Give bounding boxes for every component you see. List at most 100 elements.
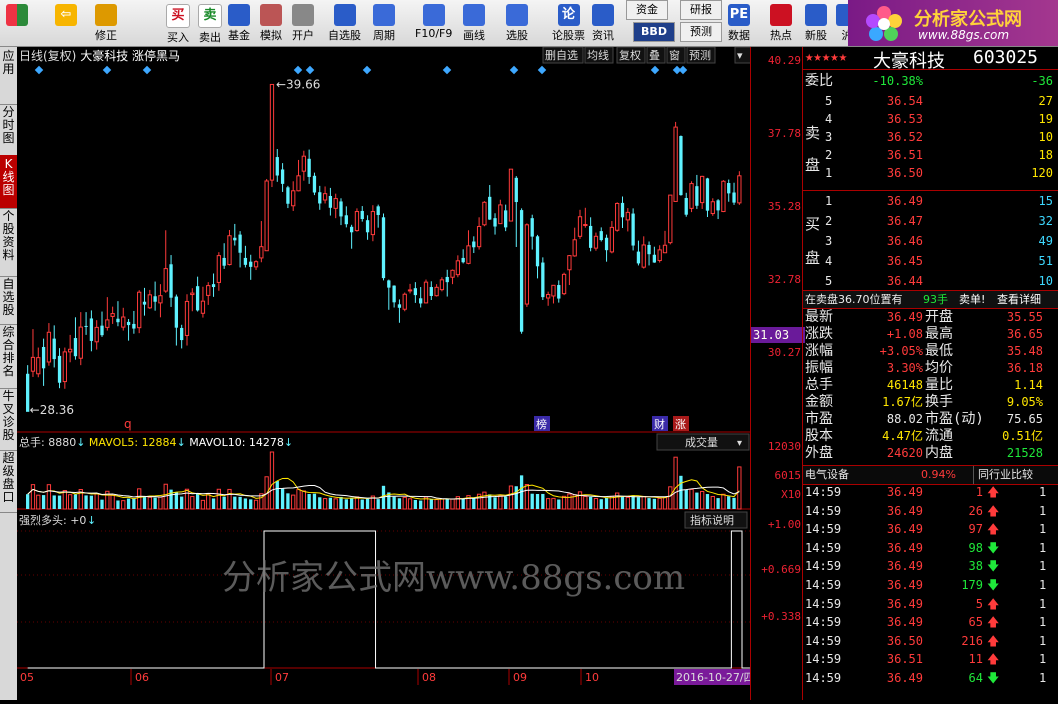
candle[interactable] bbox=[243, 257, 248, 265]
candle[interactable] bbox=[264, 180, 269, 252]
candle[interactable] bbox=[727, 183, 731, 194]
candle[interactable] bbox=[662, 244, 668, 254]
toolbar-fund-button[interactable]: 基金 bbox=[228, 2, 250, 44]
volume-dropdown[interactable]: 成交量 ▾ bbox=[656, 433, 750, 451]
candle[interactable] bbox=[392, 285, 396, 303]
candle[interactable] bbox=[557, 285, 561, 299]
candle[interactable] bbox=[588, 225, 593, 248]
candle[interactable] bbox=[169, 264, 173, 298]
candle[interactable] bbox=[307, 158, 311, 177]
candle[interactable] bbox=[312, 175, 317, 193]
event-marker-icon[interactable] bbox=[102, 65, 112, 75]
chart-button-1[interactable]: 均线 bbox=[584, 46, 614, 64]
toolbar-pe-button[interactable]: PE 数据 bbox=[728, 2, 750, 44]
candle[interactable] bbox=[322, 193, 328, 201]
event-marker-icon[interactable] bbox=[678, 65, 688, 75]
candle[interactable] bbox=[126, 321, 131, 326]
candle[interactable] bbox=[599, 231, 603, 241]
candle[interactable] bbox=[535, 236, 540, 267]
toolbar-up-down-button[interactable]: 修正 bbox=[95, 2, 117, 44]
marker-cai[interactable]: 财 bbox=[652, 416, 668, 431]
toolbar-hot-button[interactable]: 热点 bbox=[770, 2, 792, 44]
candle[interactable] bbox=[94, 326, 99, 343]
toolbar-lock-button[interactable]: 开户 bbox=[292, 2, 314, 44]
candle[interactable] bbox=[652, 254, 657, 263]
candle[interactable] bbox=[360, 210, 364, 220]
candle[interactable] bbox=[445, 276, 449, 283]
kline-chart-svg[interactable]: 日线(复权) 大豪科技 涨停黑马 删自选 均线 复权叠窗预测 ▾ ←39.66 ←28.36… bbox=[17, 46, 758, 700]
candle[interactable] bbox=[508, 168, 514, 222]
candle[interactable] bbox=[211, 284, 216, 288]
candle[interactable] bbox=[78, 326, 83, 359]
candle[interactable] bbox=[679, 136, 683, 196]
candle[interactable] bbox=[625, 211, 630, 221]
toolbar-sell-button[interactable]: 卖卖出 bbox=[198, 2, 222, 44]
candle[interactable] bbox=[545, 294, 551, 299]
candle[interactable] bbox=[291, 190, 296, 207]
candle[interactable] bbox=[524, 224, 530, 305]
event-marker-icon[interactable] bbox=[442, 65, 452, 75]
candle[interactable] bbox=[716, 200, 720, 211]
candle[interactable] bbox=[583, 224, 588, 227]
event-marker-icon[interactable] bbox=[142, 65, 152, 75]
event-marker-icon[interactable] bbox=[509, 65, 519, 75]
candle[interactable] bbox=[233, 237, 237, 241]
candle[interactable] bbox=[253, 261, 259, 268]
candle[interactable] bbox=[567, 255, 572, 271]
candle[interactable] bbox=[455, 260, 461, 276]
toolbar-chart-button[interactable]: 选股 bbox=[506, 2, 528, 44]
candle[interactable] bbox=[227, 235, 232, 266]
candle[interactable] bbox=[423, 281, 429, 304]
candle[interactable] bbox=[370, 211, 376, 236]
candle[interactable] bbox=[641, 244, 646, 268]
toolbar-capital-button[interactable]: 资金 bbox=[626, 0, 668, 20]
candle[interactable] bbox=[349, 226, 354, 233]
marker-q[interactable]: q bbox=[124, 417, 132, 431]
candle[interactable] bbox=[572, 239, 577, 257]
candle[interactable] bbox=[116, 318, 120, 323]
candle[interactable] bbox=[67, 348, 73, 353]
chart-button-2[interactable]: 复权 bbox=[616, 46, 646, 64]
candle[interactable] bbox=[190, 292, 195, 296]
candle[interactable] bbox=[407, 289, 413, 292]
candle[interactable] bbox=[41, 346, 46, 369]
candle[interactable] bbox=[700, 175, 705, 204]
candle[interactable] bbox=[365, 220, 370, 233]
toolbar-news-button[interactable]: 资讯 bbox=[592, 2, 614, 44]
candle[interactable] bbox=[419, 298, 423, 304]
candle[interactable] bbox=[328, 195, 333, 208]
candle[interactable] bbox=[530, 218, 534, 237]
chart-button-0[interactable]: 删自选 bbox=[542, 46, 584, 64]
candle[interactable] bbox=[593, 235, 599, 249]
candle[interactable] bbox=[450, 269, 455, 278]
candle[interactable] bbox=[52, 338, 56, 360]
candle[interactable] bbox=[84, 325, 88, 327]
candle[interactable] bbox=[668, 194, 673, 244]
candle[interactable] bbox=[275, 157, 279, 176]
toolbar-star-button[interactable]: 自选股 bbox=[328, 2, 361, 44]
candle[interactable] bbox=[57, 355, 62, 383]
candle[interactable] bbox=[684, 197, 688, 215]
candle[interactable] bbox=[30, 356, 36, 372]
kline-chart-area[interactable]: 日线(复权) 大豪科技 涨停黑马 删自选 均线 复权叠窗预测 ▾ ←39.66 ←28.36… bbox=[17, 46, 758, 700]
peer-compare-button[interactable]: 同行业比较 bbox=[973, 466, 1033, 484]
candle[interactable] bbox=[195, 286, 200, 311]
candle[interactable] bbox=[397, 304, 402, 308]
candle[interactable] bbox=[89, 318, 94, 341]
left-tab-4[interactable]: 自选股 bbox=[0, 275, 17, 325]
candle[interactable] bbox=[62, 351, 67, 383]
toolbar-forum-button[interactable]: 论论股票 bbox=[552, 2, 585, 44]
event-marker-icon[interactable] bbox=[650, 65, 660, 75]
indicator-help-button[interactable]: 指标说明 bbox=[684, 511, 748, 529]
event-marker-icon[interactable] bbox=[305, 65, 315, 75]
candle[interactable] bbox=[132, 323, 136, 329]
candle[interactable] bbox=[472, 241, 476, 248]
candle[interactable] bbox=[737, 175, 742, 204]
candle[interactable] bbox=[206, 285, 211, 296]
candle[interactable] bbox=[387, 280, 391, 288]
left-tab-1[interactable]: 分时图 bbox=[0, 103, 17, 157]
candle[interactable] bbox=[620, 202, 625, 218]
candle[interactable] bbox=[732, 192, 736, 203]
candle[interactable] bbox=[488, 196, 492, 220]
candle[interactable] bbox=[705, 178, 710, 211]
